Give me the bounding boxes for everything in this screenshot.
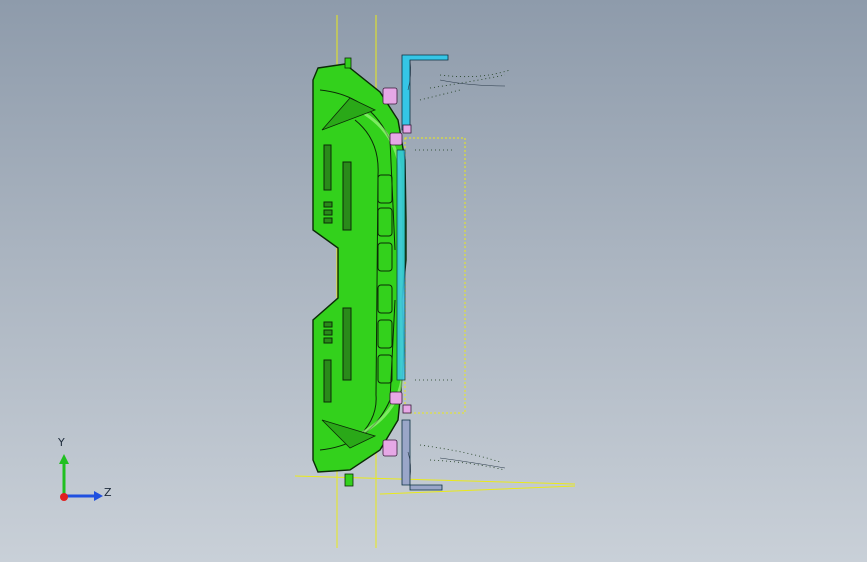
clip — [389, 132, 403, 146]
clip — [389, 391, 403, 405]
dotted-features — [415, 69, 511, 471]
reference-triad: Y Z — [48, 436, 118, 510]
top-stub — [344, 57, 352, 69]
top-bracket — [401, 54, 449, 131]
z-axis-label: Z — [104, 486, 112, 499]
clip — [402, 404, 412, 414]
bottom-stub — [344, 473, 354, 487]
z-axis-arrow — [94, 491, 103, 501]
clip — [402, 124, 412, 134]
clip — [382, 87, 398, 105]
y-axis-arrow — [59, 454, 69, 464]
green-trim-part[interactable] — [312, 63, 407, 473]
clip — [382, 439, 398, 457]
reference-line — [379, 485, 576, 495]
cyan-rail[interactable] — [396, 54, 449, 491]
x-axis — [60, 493, 68, 501]
model-view[interactable] — [0, 0, 867, 562]
y-axis-label: Y — [58, 436, 65, 449]
cad-graphics-viewport[interactable]: Y Z — [0, 0, 867, 562]
reference-plane — [404, 137, 466, 414]
thin-curves — [407, 59, 506, 479]
